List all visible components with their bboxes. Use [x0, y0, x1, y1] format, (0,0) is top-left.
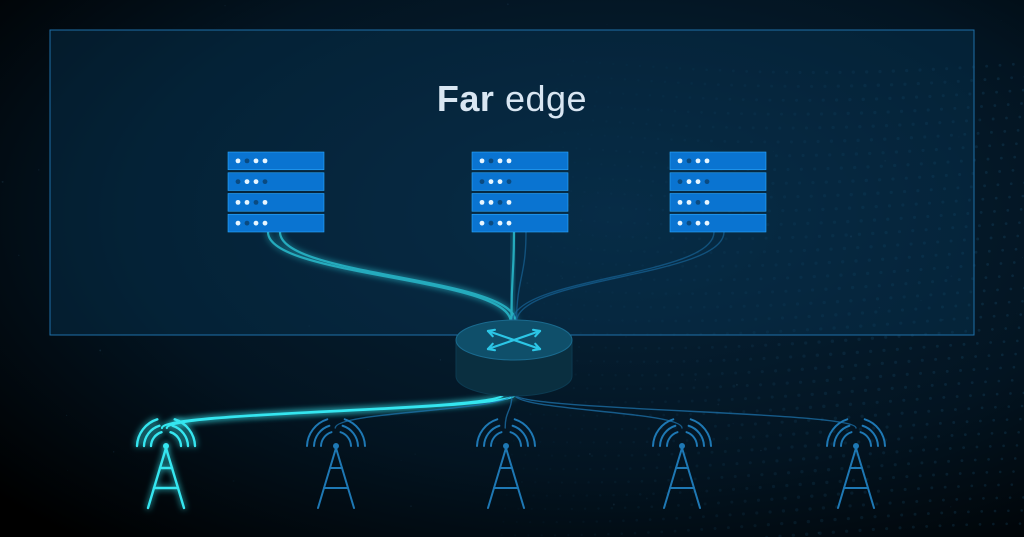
cell-tower-icon [137, 419, 195, 508]
title-bold: Far [437, 78, 495, 119]
cell-tower-icon [827, 419, 885, 508]
cell-tower-icon [307, 419, 365, 508]
router-icon [456, 320, 572, 396]
diagram-title: Far edge [0, 78, 1024, 120]
diagram-stage: Far edge [0, 0, 1024, 537]
title-light: edge [505, 78, 587, 119]
cell-tower-icon [653, 419, 711, 508]
cell-tower-icon [477, 419, 535, 508]
